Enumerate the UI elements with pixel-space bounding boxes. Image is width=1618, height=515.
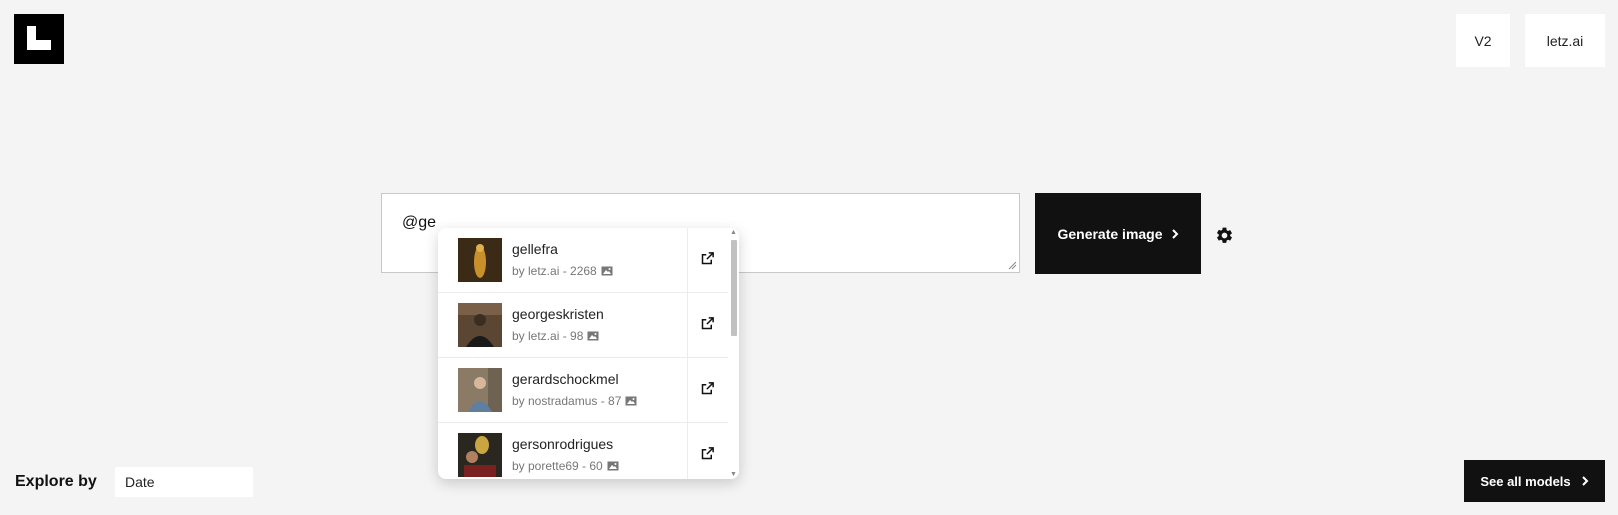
chevron-right-icon <box>1581 476 1589 486</box>
divider <box>687 293 688 358</box>
suggestion-item[interactable]: gellefra by letz.ai - 2268 <box>438 228 728 293</box>
chevron-right-icon <box>1171 228 1178 239</box>
see-all-models-label: See all models <box>1480 473 1571 489</box>
version-label: V2 <box>1474 32 1492 49</box>
generate-image-label: Generate image <box>1057 225 1163 242</box>
suggestion-author: by letz.ai - 2268 <box>512 264 597 278</box>
suggestion-name: georgeskristen <box>512 306 604 322</box>
generate-image-button[interactable]: Generate image <box>1035 193 1201 274</box>
model-thumbnail <box>458 303 502 347</box>
site-label: letz.ai <box>1546 32 1584 49</box>
image-count-icon <box>607 461 619 471</box>
model-thumbnail <box>458 238 502 282</box>
external-link-icon[interactable] <box>700 446 715 461</box>
suggestion-item[interactable]: gersonrodrigues by porette69 - 60 <box>438 423 728 479</box>
letz-logo[interactable] <box>14 14 64 64</box>
suggestion-meta: by nostradamus - 87 <box>512 394 637 408</box>
external-link-icon[interactable] <box>700 381 715 396</box>
suggestion-author: by nostradamus - 87 <box>512 394 622 408</box>
external-link-icon[interactable] <box>700 251 715 266</box>
prompt-text: @ge <box>402 214 437 231</box>
suggestion-author: by porette69 - 60 <box>512 459 603 473</box>
divider <box>687 228 688 293</box>
suggestion-name: gersonrodrigues <box>512 436 614 452</box>
explore-by-label: Explore by <box>15 473 97 490</box>
see-all-models-button[interactable]: See all models <box>1464 460 1605 502</box>
image-count-icon <box>587 331 599 341</box>
dropdown-scrollbar[interactable]: ▲ ▼ <box>728 228 739 479</box>
scroll-down-arrow-icon[interactable]: ▼ <box>730 471 737 478</box>
suggestion-meta: by letz.ai - 2268 <box>512 264 613 278</box>
model-thumbnail <box>458 433 502 477</box>
suggestion-item[interactable]: georgeskristen by letz.ai - 98 <box>438 293 728 358</box>
suggestion-meta: by porette69 - 60 <box>512 459 619 473</box>
suggestion-name: gerardschockmel <box>512 371 619 387</box>
site-link-button[interactable]: letz.ai <box>1525 14 1605 67</box>
suggestion-name: gellefra <box>512 241 558 257</box>
gear-icon[interactable] <box>1215 226 1234 245</box>
explore-sort-select[interactable]: Date <box>115 467 253 497</box>
suggestion-meta: by letz.ai - 98 <box>512 329 599 343</box>
scroll-up-arrow-icon[interactable]: ▲ <box>730 229 737 236</box>
suggestion-author: by letz.ai - 98 <box>512 329 584 343</box>
divider <box>687 358 688 423</box>
explore-sort-value: Date <box>125 474 155 490</box>
model-thumbnail <box>458 368 502 412</box>
image-count-icon <box>601 266 613 276</box>
suggestion-item[interactable]: gerardschockmel by nostradamus - 87 <box>438 358 728 423</box>
resize-handle-icon[interactable] <box>1008 261 1017 270</box>
scrollbar-thumb[interactable] <box>731 240 737 336</box>
image-count-icon <box>625 396 637 406</box>
divider <box>687 423 688 479</box>
model-suggestion-dropdown: gellefra by letz.ai - 2268 georgeskriste… <box>438 228 739 479</box>
version-button[interactable]: V2 <box>1456 14 1510 67</box>
external-link-icon[interactable] <box>700 316 715 331</box>
logo-mark-icon <box>27 26 51 50</box>
